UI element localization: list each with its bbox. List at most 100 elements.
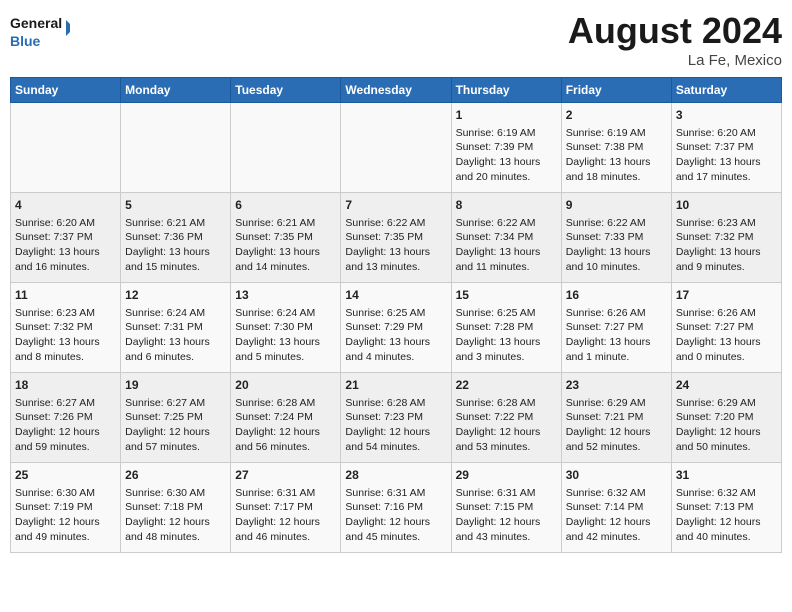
day-number: 16 xyxy=(566,287,667,304)
day-info: Sunrise: 6:20 AM Sunset: 7:37 PM Dayligh… xyxy=(676,127,761,183)
day-number: 23 xyxy=(566,377,667,394)
day-info: Sunrise: 6:29 AM Sunset: 7:20 PM Dayligh… xyxy=(676,397,761,453)
day-info: Sunrise: 6:22 AM Sunset: 7:35 PM Dayligh… xyxy=(345,217,430,273)
calendar-table: SundayMondayTuesdayWednesdayThursdayFrid… xyxy=(10,77,782,553)
day-number: 20 xyxy=(235,377,336,394)
day-number: 19 xyxy=(125,377,226,394)
day-number: 27 xyxy=(235,467,336,484)
day-info: Sunrise: 6:31 AM Sunset: 7:15 PM Dayligh… xyxy=(456,487,541,543)
day-number: 14 xyxy=(345,287,446,304)
day-cell: 5 Sunrise: 6:21 AM Sunset: 7:36 PM Daylig… xyxy=(121,193,231,283)
day-cell: 29 Sunrise: 6:31 AM Sunset: 7:15 PM Dayli… xyxy=(451,463,561,553)
day-info: Sunrise: 6:25 AM Sunset: 7:29 PM Dayligh… xyxy=(345,307,430,363)
day-cell: 26 Sunrise: 6:30 AM Sunset: 7:18 PM Dayli… xyxy=(121,463,231,553)
day-info: Sunrise: 6:22 AM Sunset: 7:33 PM Dayligh… xyxy=(566,217,651,273)
header-tuesday: Tuesday xyxy=(231,78,341,103)
day-cell: 31Sunrise: 6:32 AM Sunset: 7:13 PM Dayli… xyxy=(671,463,781,553)
day-info: Sunrise: 6:27 AM Sunset: 7:26 PM Dayligh… xyxy=(15,397,100,453)
day-cell: 6Sunrise: 6:21 AM Sunset: 7:35 PM Daylig… xyxy=(231,193,341,283)
day-info: Sunrise: 6:28 AM Sunset: 7:22 PM Dayligh… xyxy=(456,397,541,453)
day-cell: 12 Sunrise: 6:24 AM Sunset: 7:31 PM Dayli… xyxy=(121,283,231,373)
day-info: Sunrise: 6:24 AM Sunset: 7:31 PM Dayligh… xyxy=(125,307,210,363)
day-cell: 24 Sunrise: 6:29 AM Sunset: 7:20 PM Dayli… xyxy=(671,373,781,463)
day-number: 12 xyxy=(125,287,226,304)
day-cell: 17Sunrise: 6:26 AM Sunset: 7:27 PM Dayli… xyxy=(671,283,781,373)
day-cell: 22Sunrise: 6:28 AM Sunset: 7:22 PM Dayli… xyxy=(451,373,561,463)
logo: General Blue xyxy=(10,10,70,54)
day-cell xyxy=(341,103,451,193)
day-info: Sunrise: 6:21 AM Sunset: 7:36 PM Dayligh… xyxy=(125,217,210,273)
day-cell xyxy=(121,103,231,193)
header-sunday: Sunday xyxy=(11,78,121,103)
day-info: Sunrise: 6:23 AM Sunset: 7:32 PM Dayligh… xyxy=(676,217,761,273)
weekday-header-row: SundayMondayTuesdayWednesdayThursdayFrid… xyxy=(11,78,782,103)
day-number: 5 xyxy=(125,197,226,214)
day-cell: 21Sunrise: 6:28 AM Sunset: 7:23 PM Dayli… xyxy=(341,373,451,463)
day-cell: 13 Sunrise: 6:24 AM Sunset: 7:30 PM Dayli… xyxy=(231,283,341,373)
day-number: 28 xyxy=(345,467,446,484)
day-cell: 19Sunrise: 6:27 AM Sunset: 7:25 PM Dayli… xyxy=(121,373,231,463)
day-number: 30 xyxy=(566,467,667,484)
day-number: 7 xyxy=(345,197,446,214)
day-cell xyxy=(11,103,121,193)
week-row-2: 4 Sunrise: 6:20 AM Sunset: 7:37 PM Daylig… xyxy=(11,193,782,283)
header-monday: Monday xyxy=(121,78,231,103)
day-number: 9 xyxy=(566,197,667,214)
day-cell: 1Sunrise: 6:19 AM Sunset: 7:39 PM Daylig… xyxy=(451,103,561,193)
day-info: Sunrise: 6:29 AM Sunset: 7:21 PM Dayligh… xyxy=(566,397,651,453)
day-info: Sunrise: 6:30 AM Sunset: 7:19 PM Dayligh… xyxy=(15,487,100,543)
header-friday: Friday xyxy=(561,78,671,103)
day-cell: 25 Sunrise: 6:30 AM Sunset: 7:19 PM Dayli… xyxy=(11,463,121,553)
day-cell: 8 Sunrise: 6:22 AM Sunset: 7:34 PM Daylig… xyxy=(451,193,561,283)
day-cell: 10Sunrise: 6:23 AM Sunset: 7:32 PM Dayli… xyxy=(671,193,781,283)
day-cell: 18 Sunrise: 6:27 AM Sunset: 7:26 PM Dayli… xyxy=(11,373,121,463)
day-number: 26 xyxy=(125,467,226,484)
day-number: 24 xyxy=(676,377,777,394)
day-cell: 4 Sunrise: 6:20 AM Sunset: 7:37 PM Daylig… xyxy=(11,193,121,283)
day-cell: 30 Sunrise: 6:32 AM Sunset: 7:14 PM Dayli… xyxy=(561,463,671,553)
svg-text:Blue: Blue xyxy=(10,33,41,49)
day-number: 15 xyxy=(456,287,557,304)
day-number: 18 xyxy=(15,377,116,394)
day-info: Sunrise: 6:24 AM Sunset: 7:30 PM Dayligh… xyxy=(235,307,320,363)
day-number: 17 xyxy=(676,287,777,304)
week-row-1: 1Sunrise: 6:19 AM Sunset: 7:39 PM Daylig… xyxy=(11,103,782,193)
day-number: 13 xyxy=(235,287,336,304)
week-row-4: 18 Sunrise: 6:27 AM Sunset: 7:26 PM Dayli… xyxy=(11,373,782,463)
week-row-3: 11Sunrise: 6:23 AM Sunset: 7:32 PM Dayli… xyxy=(11,283,782,373)
calendar-subtitle: La Fe, Mexico xyxy=(568,52,782,69)
day-number: 25 xyxy=(15,467,116,484)
day-info: Sunrise: 6:20 AM Sunset: 7:37 PM Dayligh… xyxy=(15,217,100,273)
day-cell: 20 Sunrise: 6:28 AM Sunset: 7:24 PM Dayli… xyxy=(231,373,341,463)
day-info: Sunrise: 6:26 AM Sunset: 7:27 PM Dayligh… xyxy=(566,307,651,363)
day-info: Sunrise: 6:21 AM Sunset: 7:35 PM Dayligh… xyxy=(235,217,320,273)
day-number: 21 xyxy=(345,377,446,394)
svg-text:General: General xyxy=(10,15,62,31)
day-info: Sunrise: 6:30 AM Sunset: 7:18 PM Dayligh… xyxy=(125,487,210,543)
day-info: Sunrise: 6:32 AM Sunset: 7:14 PM Dayligh… xyxy=(566,487,651,543)
title-block: August 2024 La Fe, Mexico xyxy=(568,10,782,69)
day-cell: 27Sunrise: 6:31 AM Sunset: 7:17 PM Dayli… xyxy=(231,463,341,553)
day-number: 1 xyxy=(456,107,557,124)
day-number: 29 xyxy=(456,467,557,484)
calendar-title: August 2024 xyxy=(568,10,782,52)
day-cell: 9 Sunrise: 6:22 AM Sunset: 7:33 PM Daylig… xyxy=(561,193,671,283)
day-number: 2 xyxy=(566,107,667,124)
day-number: 8 xyxy=(456,197,557,214)
day-cell: 2 Sunrise: 6:19 AM Sunset: 7:38 PM Daylig… xyxy=(561,103,671,193)
day-cell: 16 Sunrise: 6:26 AM Sunset: 7:27 PM Dayli… xyxy=(561,283,671,373)
day-number: 4 xyxy=(15,197,116,214)
day-info: Sunrise: 6:22 AM Sunset: 7:34 PM Dayligh… xyxy=(456,217,541,273)
day-number: 31 xyxy=(676,467,777,484)
day-number: 11 xyxy=(15,287,116,304)
day-info: Sunrise: 6:19 AM Sunset: 7:38 PM Dayligh… xyxy=(566,127,651,183)
header-saturday: Saturday xyxy=(671,78,781,103)
day-cell: 11Sunrise: 6:23 AM Sunset: 7:32 PM Dayli… xyxy=(11,283,121,373)
day-cell: 23 Sunrise: 6:29 AM Sunset: 7:21 PM Dayli… xyxy=(561,373,671,463)
day-info: Sunrise: 6:28 AM Sunset: 7:24 PM Dayligh… xyxy=(235,397,320,453)
page-header: General Blue August 2024 La Fe, Mexico xyxy=(10,10,782,69)
day-cell: 7 Sunrise: 6:22 AM Sunset: 7:35 PM Daylig… xyxy=(341,193,451,283)
day-info: Sunrise: 6:31 AM Sunset: 7:16 PM Dayligh… xyxy=(345,487,430,543)
day-cell: 14 Sunrise: 6:25 AM Sunset: 7:29 PM Dayli… xyxy=(341,283,451,373)
header-thursday: Thursday xyxy=(451,78,561,103)
